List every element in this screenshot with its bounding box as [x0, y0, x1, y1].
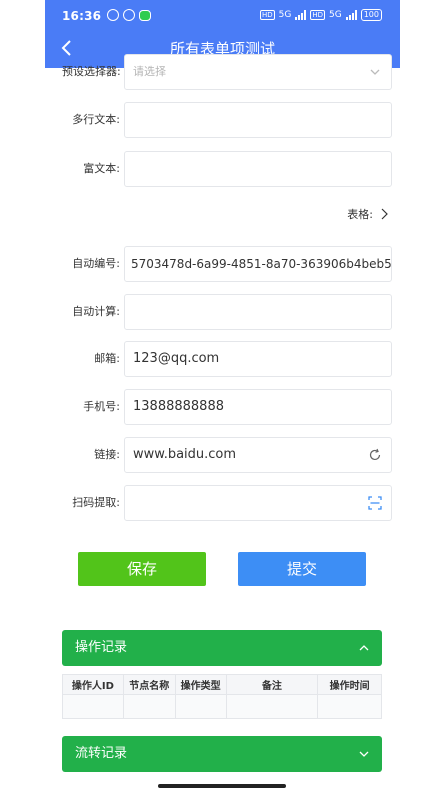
- auto-calc-label: 自动计算:: [72, 305, 120, 318]
- network-type-right: 5G: [329, 10, 342, 20]
- preset-select[interactable]: 请选择: [124, 54, 392, 90]
- multiline-text-field[interactable]: [124, 102, 392, 138]
- battery-icon: 100: [360, 9, 382, 21]
- chevron-down-icon: [370, 69, 380, 75]
- flow-log-title: 流转记录: [75, 746, 128, 761]
- column-header: 节点名称: [122, 674, 176, 695]
- preset-select-label: 预设选择器:: [62, 65, 121, 78]
- auto-calc-row: 自动计算:: [62, 294, 392, 330]
- rich-text-label: 富文本:: [83, 162, 120, 175]
- auto-number-field[interactable]: 5703478d-6a99-4851-8a70-363906b4beb5: [124, 246, 392, 282]
- operation-log-header[interactable]: 操作记录: [62, 630, 382, 666]
- link-row: 链接: www.baidu.com: [62, 437, 392, 473]
- submit-button[interactable]: 提交: [238, 552, 366, 586]
- multiline-text-label: 多行文本:: [72, 113, 120, 126]
- scan-icon[interactable]: [367, 495, 383, 511]
- signal-icon-2: [345, 10, 357, 20]
- chevron-right-icon: [381, 208, 388, 220]
- hd-icon-2: HD: [310, 10, 326, 20]
- chevron-down-icon: [359, 751, 369, 757]
- phone-label: 手机号:: [83, 400, 120, 413]
- refresh-icon[interactable]: [367, 447, 383, 463]
- network-type-left: 5G: [278, 10, 292, 20]
- flow-log-header[interactable]: 流转记录: [62, 736, 382, 772]
- column-header: 备注: [225, 674, 319, 695]
- link-field[interactable]: www.baidu.com: [124, 437, 392, 473]
- preset-select-row: 预设选择器: 请选择: [62, 54, 392, 90]
- status-bar: 16:36 HD 5G HD 5G 100: [45, 0, 400, 32]
- rich-text-row: 富文本:: [62, 151, 392, 187]
- link-label: 链接:: [94, 448, 120, 461]
- table-cell: [122, 694, 176, 719]
- operation-log-title: 操作记录: [75, 640, 128, 655]
- auto-calc-field[interactable]: [124, 294, 392, 330]
- auto-number-row: 自动编号: 5703478d-6a99-4851-8a70-363906b4be…: [62, 246, 392, 282]
- table-row: [62, 694, 382, 719]
- sync-icon: [107, 9, 119, 21]
- table-header-row: 操作人ID 节点名称 操作类型 备注 操作时间: [62, 674, 382, 695]
- link-value: www.baidu.com: [133, 447, 237, 462]
- column-header: 操作时间: [317, 674, 382, 695]
- scan-label: 扫码提取:: [72, 496, 120, 509]
- chevron-up-icon: [359, 645, 369, 651]
- email-row: 邮箱: 123@qq.com: [62, 341, 392, 377]
- status-icons-right: HD 5G HD 5G 100: [260, 9, 382, 21]
- status-time: 16:36: [62, 9, 102, 23]
- save-button[interactable]: 保存: [78, 552, 206, 586]
- rich-text-field[interactable]: [124, 151, 392, 187]
- email-field[interactable]: 123@qq.com: [124, 341, 392, 377]
- multiline-text-row: 多行文本:: [62, 102, 392, 138]
- scan-row: 扫码提取:: [62, 485, 392, 521]
- table-link-label: 表格:: [347, 208, 373, 221]
- phone-row: 手机号: 13888888888: [62, 389, 392, 425]
- signal-icon: [295, 10, 307, 20]
- wechat-icon: [139, 9, 151, 21]
- auto-number-label: 自动编号:: [72, 257, 120, 270]
- preset-select-placeholder: 请选择: [133, 65, 166, 78]
- column-header: 操作人ID: [62, 674, 124, 695]
- email-label: 邮箱:: [94, 352, 120, 365]
- operation-log-table: 操作人ID 节点名称 操作类型 备注 操作时间: [62, 674, 382, 719]
- hd-icon: HD: [260, 10, 275, 20]
- column-header: 操作类型: [174, 674, 227, 695]
- phone-field[interactable]: 13888888888: [124, 389, 392, 425]
- alarm-icon: [123, 9, 135, 21]
- table-link[interactable]: 表格:: [347, 206, 389, 222]
- table-cell: [174, 694, 227, 719]
- scan-field[interactable]: [124, 485, 392, 521]
- table-cell: [62, 694, 124, 719]
- table-cell: [225, 694, 319, 719]
- table-cell: [317, 694, 382, 719]
- status-icons-left: [107, 9, 151, 21]
- home-indicator[interactable]: [158, 784, 286, 788]
